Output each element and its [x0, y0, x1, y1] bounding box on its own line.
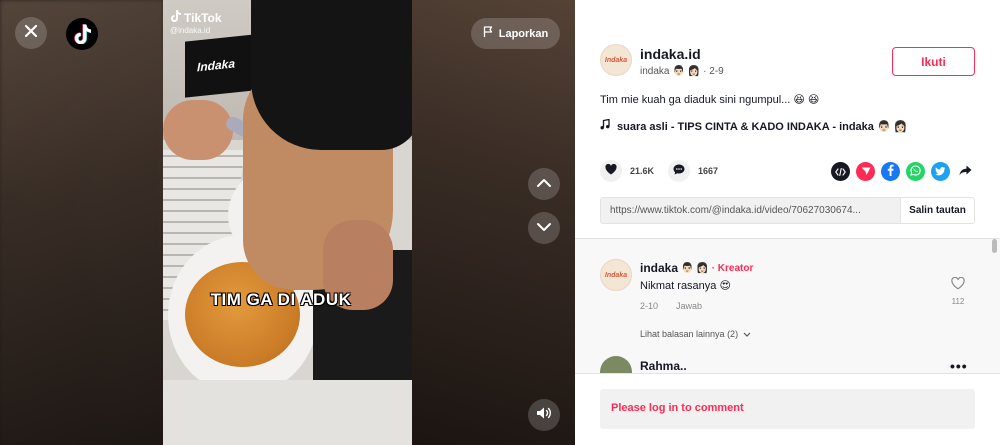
whatsapp-share-button[interactable]	[906, 162, 925, 181]
facebook-share-button[interactable]	[881, 162, 900, 181]
video-caption: TIM GA DI ADUK	[210, 290, 352, 309]
creator-badge: · Kreator	[711, 262, 754, 274]
previous-video-button[interactable]	[528, 168, 560, 200]
comment-meta: 2-10 Jawab	[640, 301, 702, 311]
view-more-replies[interactable]: Lihat balasan lainnya (2)	[640, 329, 751, 339]
twitter-bird-icon	[935, 163, 946, 181]
comment-button[interactable]	[668, 160, 691, 182]
embed-share-button[interactable]	[831, 162, 850, 181]
author-username[interactable]: indaka.id	[640, 46, 701, 62]
share-arrow-icon	[959, 163, 972, 181]
video-stage: Indaka TIM GA DI ADUK TikTok @indaka.id	[0, 0, 575, 445]
more-share-button[interactable]	[956, 162, 975, 181]
heart-outline-icon	[951, 276, 965, 294]
speaker-icon	[536, 406, 552, 425]
volume-button[interactable]	[528, 399, 560, 431]
comment-text: Nikmat rasanya 😍	[640, 280, 731, 292]
comment-count: 1667	[698, 166, 719, 176]
report-button[interactable]: Laporkan	[471, 18, 560, 49]
commenter-name[interactable]: Rahma..	[640, 359, 687, 373]
tiktok-logo[interactable]	[66, 18, 98, 50]
chevron-up-icon	[536, 175, 552, 193]
comment-like-count: 112	[951, 297, 965, 306]
whatsapp-icon	[910, 163, 921, 181]
tiktok-note-icon	[170, 10, 181, 25]
embed-code-icon	[835, 163, 846, 181]
post-description: Tim mie kuah ga diaduk sini ngumpul... 😆…	[600, 94, 820, 106]
music-note-icon	[600, 118, 610, 133]
author-subline: indaka 👨🏻 👩🏻 · 2-9	[640, 66, 724, 77]
comment-list[interactable]: Indaka indaka 👨🏻 👩🏻 · Kreator Nikmat ras…	[575, 238, 1000, 373]
flag-icon	[483, 26, 494, 41]
copy-link-button[interactable]: Salin tautan	[900, 197, 975, 224]
commenter-avatar[interactable]: Indaka	[600, 259, 632, 291]
close-button[interactable]	[15, 17, 47, 49]
author-avatar[interactable]: Indaka	[600, 44, 632, 76]
blurred-background-left	[0, 0, 163, 445]
twitter-share-button[interactable]	[931, 162, 950, 181]
video-info-panel: Indaka indaka.id indaka 👨🏻 👩🏻 · 2-9 Ikut…	[575, 0, 1000, 445]
music-link[interactable]: suara asli - TIPS CINTA & KADO INDAKA - …	[600, 118, 907, 133]
paper-plane-icon	[861, 163, 871, 181]
comment-bubble-icon	[673, 162, 685, 180]
next-video-button[interactable]	[528, 212, 560, 244]
send-to-friends-button[interactable]	[856, 162, 875, 181]
tiktok-watermark: TikTok @indaka.id	[170, 10, 222, 35]
share-buttons	[831, 162, 975, 181]
heart-icon	[605, 162, 617, 180]
more-options-icon[interactable]: •••	[950, 358, 968, 373]
video-player[interactable]: Indaka TIM GA DI ADUK	[163, 0, 412, 445]
facebook-icon	[887, 163, 894, 181]
commenter-avatar[interactable]	[600, 356, 632, 373]
follow-button[interactable]: Ikuti	[892, 47, 975, 76]
login-to-comment-button[interactable]: Please log in to comment	[600, 389, 975, 429]
comment-like-button[interactable]	[950, 276, 966, 295]
close-icon	[24, 24, 38, 43]
commenter-name[interactable]: indaka 👨🏻 👩🏻 · Kreator	[640, 261, 753, 275]
like-count: 21.6K	[630, 166, 655, 176]
engagement-stats: 21.6K 1667	[600, 160, 732, 182]
video-link-field[interactable]: https://www.tiktok.com/@indaka.id/video/…	[600, 197, 900, 224]
chevron-down-icon	[743, 329, 751, 339]
comments-scrollbar[interactable]	[992, 239, 997, 253]
brand-sign: Indaka	[185, 34, 255, 98]
chevron-down-icon	[536, 219, 552, 237]
like-button[interactable]	[600, 160, 622, 182]
reply-button[interactable]: Jawab	[676, 301, 702, 311]
comment-date: 2-10	[640, 301, 659, 311]
